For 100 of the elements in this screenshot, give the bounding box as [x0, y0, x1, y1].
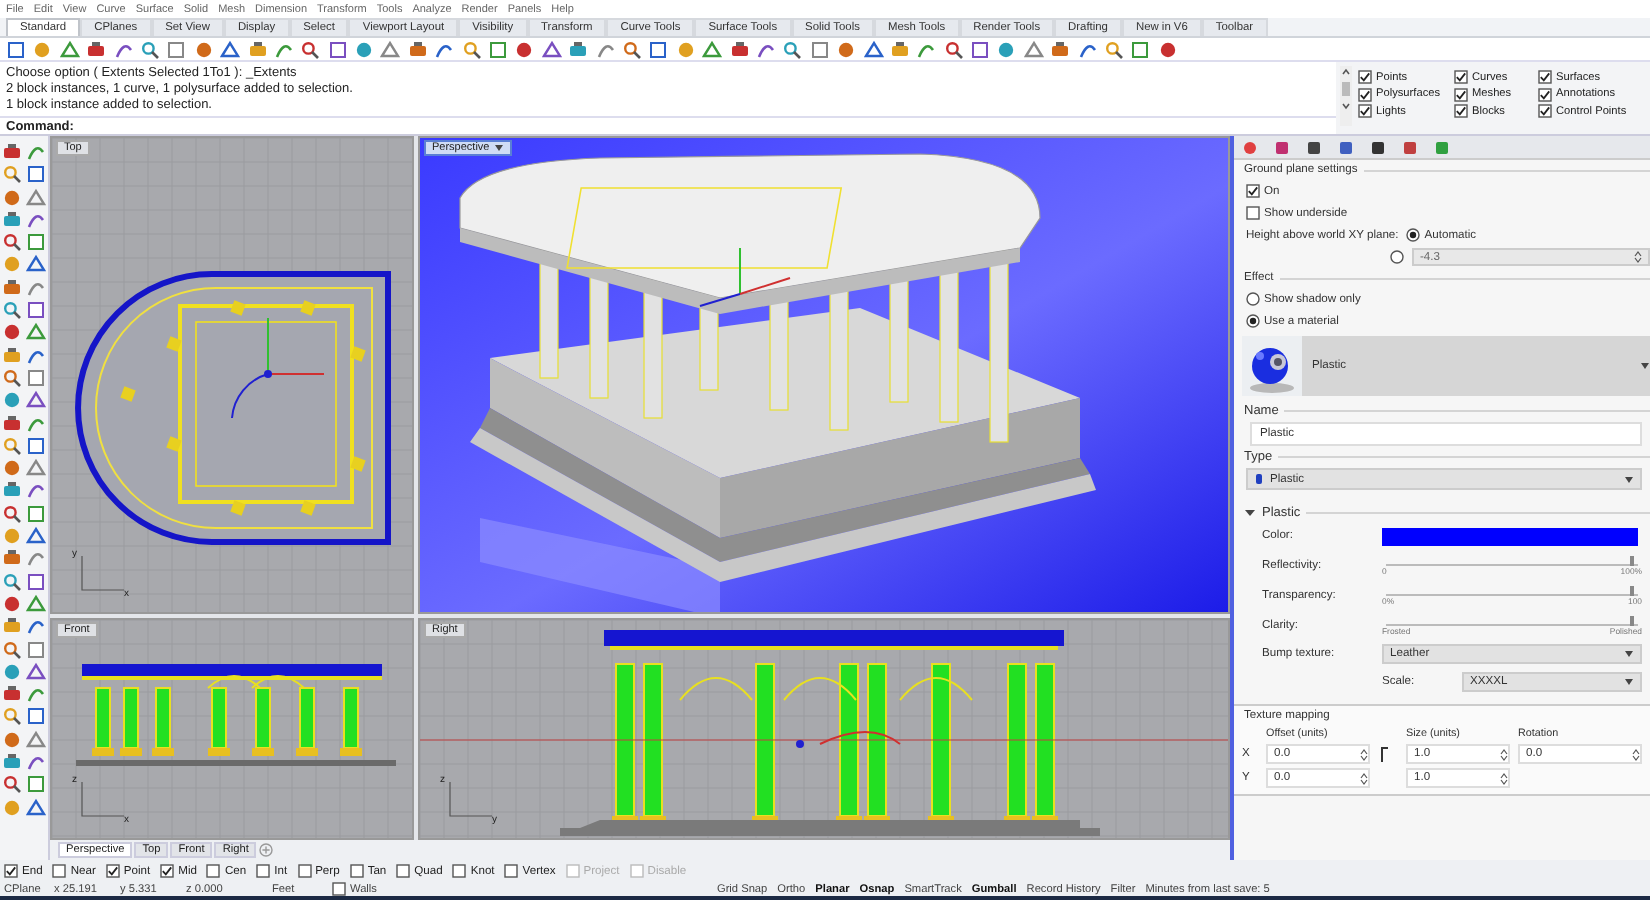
- tool-icon[interactable]: [2, 774, 22, 795]
- slider-track[interactable]: [1386, 555, 1638, 565]
- radio-button[interactable]: [1246, 292, 1260, 306]
- checkbox[interactable]: [1538, 87, 1552, 101]
- tool-icon[interactable]: [26, 797, 46, 818]
- checkbox[interactable]: [1358, 87, 1372, 101]
- tool-icon[interactable]: [26, 729, 46, 750]
- tool-icon[interactable]: [26, 616, 46, 637]
- tool-icon[interactable]: [26, 639, 46, 660]
- tool-icon[interactable]: [755, 39, 776, 59]
- spinner-icon[interactable]: [1360, 771, 1368, 785]
- tool-icon[interactable]: [2, 684, 22, 705]
- tool-icon[interactable]: [300, 39, 321, 59]
- tool-icon[interactable]: [26, 413, 46, 434]
- tool-icon[interactable]: [26, 480, 46, 501]
- slider-track[interactable]: [1386, 585, 1638, 595]
- tool-icon[interactable]: [488, 39, 509, 59]
- tool-icon[interactable]: [86, 39, 107, 59]
- tool-icon[interactable]: [26, 209, 46, 230]
- spinner-icon[interactable]: [1500, 771, 1508, 785]
- tool-icon[interactable]: [2, 277, 22, 298]
- tool-icon[interactable]: [2, 209, 22, 230]
- checkbox[interactable]: [1246, 206, 1260, 220]
- tool-icon[interactable]: [26, 142, 46, 162]
- tool-icon[interactable]: [26, 571, 46, 592]
- checkbox[interactable]: [1358, 70, 1372, 84]
- tool-icon[interactable]: [26, 164, 46, 185]
- tool-icon[interactable]: [2, 752, 22, 773]
- tool-icon[interactable]: [26, 661, 46, 682]
- tool-icon[interactable]: [836, 39, 857, 59]
- tool-icon[interactable]: [26, 435, 46, 456]
- tool-icon[interactable]: [407, 39, 428, 59]
- radio-button[interactable]: [1406, 228, 1421, 242]
- tool-icon[interactable]: [568, 39, 589, 59]
- spinner-icon[interactable]: [1500, 747, 1508, 761]
- tool-icon[interactable]: [1050, 39, 1071, 59]
- tool-icon[interactable]: [26, 322, 46, 343]
- tool-icon[interactable]: [26, 232, 46, 253]
- checkbox[interactable]: [1246, 184, 1260, 198]
- tool-icon[interactable]: [2, 322, 22, 343]
- tool-icon[interactable]: [26, 684, 46, 705]
- tool-icon[interactable]: [26, 390, 46, 411]
- tool-icon[interactable]: [621, 39, 642, 59]
- tool-icon[interactable]: [1104, 39, 1125, 59]
- tool-icon[interactable]: [2, 639, 22, 660]
- tool-icon[interactable]: [970, 39, 991, 59]
- tool-icon[interactable]: [595, 39, 616, 59]
- checkbox[interactable]: [256, 864, 271, 878]
- tool-icon[interactable]: [702, 39, 723, 59]
- tool-icon[interactable]: [26, 752, 46, 773]
- slider-track[interactable]: [1386, 615, 1638, 625]
- tool-icon[interactable]: [6, 39, 26, 59]
- spinner-icon[interactable]: [1360, 747, 1368, 761]
- tool-icon[interactable]: [354, 39, 375, 59]
- tool-icon[interactable]: [1023, 39, 1044, 59]
- tool-icon[interactable]: [514, 39, 535, 59]
- checkbox[interactable]: [160, 864, 175, 878]
- tool-icon[interactable]: [26, 300, 46, 321]
- checkbox[interactable]: [452, 864, 467, 878]
- radio-button[interactable]: [1390, 250, 1404, 264]
- tool-icon[interactable]: [380, 39, 401, 59]
- tool-icon[interactable]: [26, 706, 46, 727]
- tool-icon[interactable]: [26, 503, 46, 524]
- tool-icon[interactable]: [1077, 39, 1098, 59]
- tool-icon[interactable]: [729, 39, 750, 59]
- tool-icon[interactable]: [193, 39, 214, 59]
- tool-icon[interactable]: [26, 593, 46, 614]
- tool-icon[interactable]: [2, 548, 22, 569]
- tool-icon[interactable]: [26, 367, 46, 388]
- slider-thumb[interactable]: [1630, 585, 1635, 595]
- spinner-icon[interactable]: [1632, 747, 1640, 761]
- tool-icon[interactable]: [26, 548, 46, 569]
- tool-icon[interactable]: [2, 164, 22, 185]
- tool-icon[interactable]: [220, 39, 241, 59]
- tool-icon[interactable]: [2, 480, 22, 501]
- tool-icon[interactable]: [996, 39, 1017, 59]
- tool-icon[interactable]: [2, 458, 22, 479]
- tool-icon[interactable]: [541, 39, 562, 59]
- checkbox[interactable]: [332, 882, 346, 896]
- spinner-icon[interactable]: [1634, 250, 1642, 264]
- tool-icon[interactable]: [26, 254, 46, 275]
- tool-icon[interactable]: [26, 187, 46, 208]
- tool-icon[interactable]: [916, 39, 937, 59]
- radio-button[interactable]: [1246, 314, 1260, 328]
- tool-icon[interactable]: [2, 706, 22, 727]
- checkbox[interactable]: [4, 864, 18, 878]
- tool-icon[interactable]: [26, 277, 46, 298]
- slider-thumb[interactable]: [1630, 555, 1635, 565]
- checkbox[interactable]: [1454, 70, 1468, 84]
- tool-icon[interactable]: [2, 593, 22, 614]
- tool-icon[interactable]: [2, 300, 22, 321]
- checkbox[interactable]: [349, 864, 364, 878]
- tool-icon[interactable]: [26, 526, 46, 547]
- tool-icon[interactable]: [461, 39, 482, 59]
- slider-thumb[interactable]: [1630, 615, 1635, 625]
- tool-icon[interactable]: [113, 39, 134, 59]
- checkbox[interactable]: [206, 864, 221, 878]
- checkbox[interactable]: [1358, 104, 1372, 118]
- tool-icon[interactable]: [1130, 39, 1151, 59]
- checkbox[interactable]: [297, 864, 312, 878]
